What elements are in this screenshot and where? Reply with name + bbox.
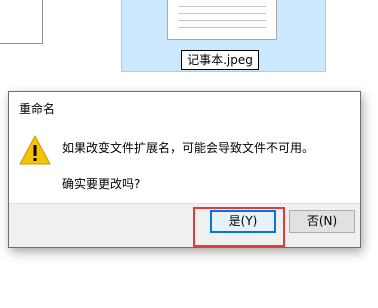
explorer-background-panel [0, 0, 43, 44]
dialog-title: 重命名 [19, 102, 56, 116]
yes-button[interactable]: 是(Y) [210, 210, 276, 233]
file-name-edit-field[interactable]: 记事本.jpeg [181, 50, 259, 70]
rename-dialog: 重命名 如果改变文件扩展名，可能会导致文件不可用。 确实要更改吗? 是(Y) 否… [8, 91, 361, 248]
warning-icon [19, 135, 51, 165]
file-item-selected[interactable]: 记事本.jpeg [121, 0, 326, 72]
text-document-icon [167, 0, 277, 40]
warning-message: 如果改变文件扩展名，可能会导致文件不可用。 [62, 141, 315, 155]
confirm-question: 确实要更改吗? [62, 177, 141, 191]
no-button[interactable]: 否(N) [289, 210, 355, 233]
